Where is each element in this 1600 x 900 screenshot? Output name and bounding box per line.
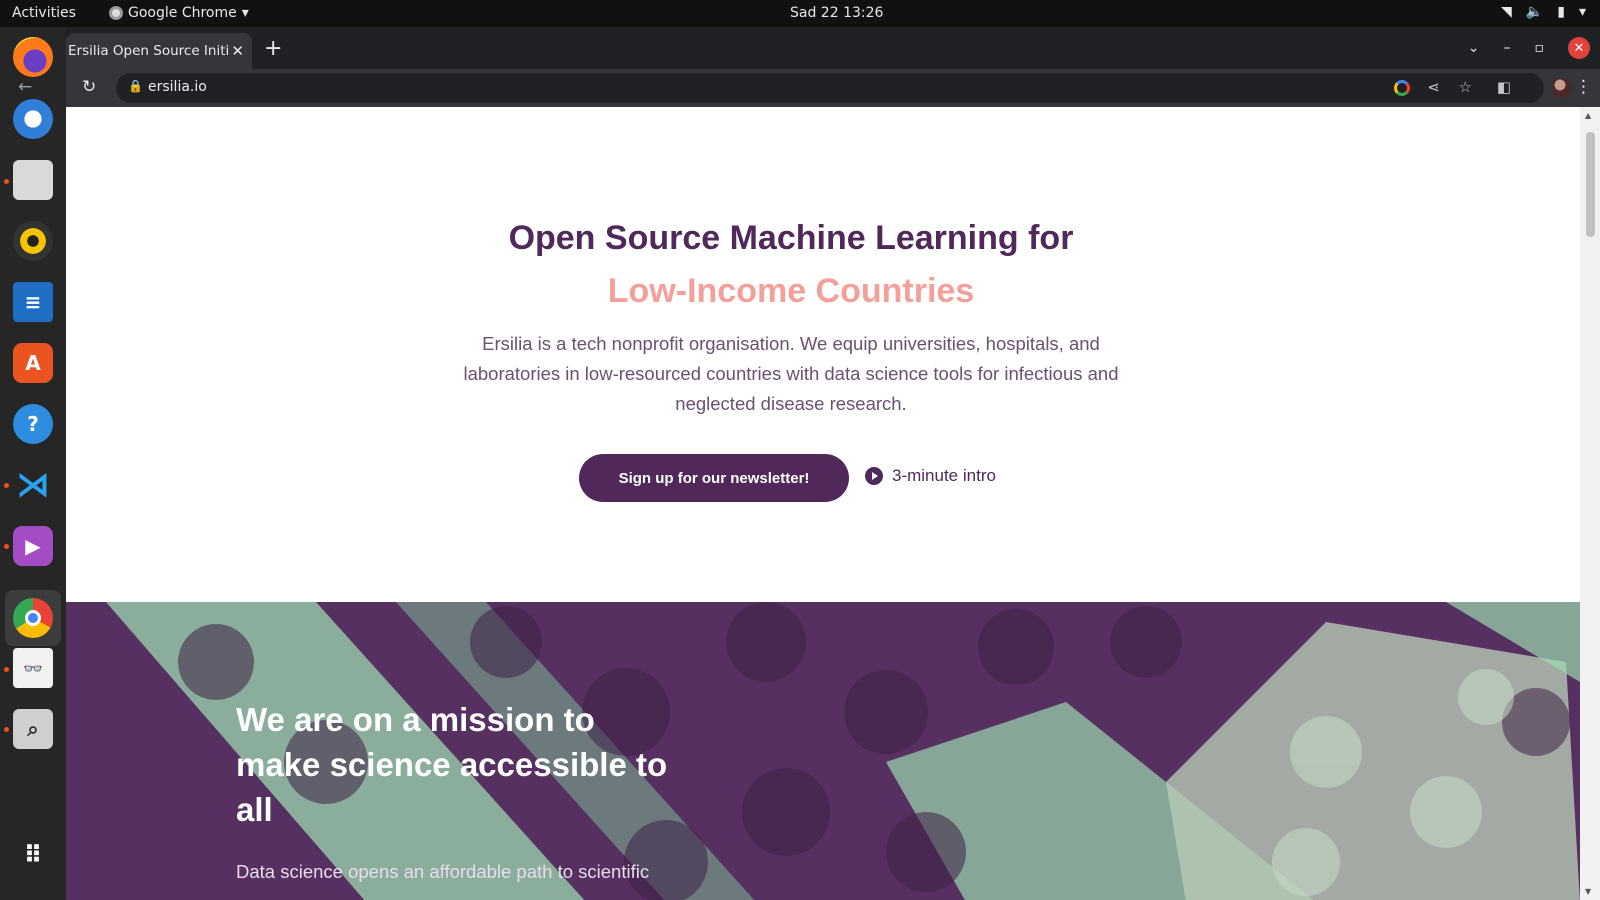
running-indicator <box>4 179 9 184</box>
hero-subtitle: Low-Income Countries <box>607 272 975 310</box>
close-tab-icon[interactable]: ✕ <box>231 42 244 60</box>
app-menu-label: Google Chrome <box>128 5 237 21</box>
system-top-bar: Activities Google Chrome ▾ Sad 22 13:26 … <box>0 0 1600 27</box>
tab-search-icon[interactable]: ⌄ <box>1468 40 1480 56</box>
window-controls: ⌄ – ▫ ✕ <box>1468 37 1590 59</box>
tab-strip: Ersilia Open Source Initiative ✕ + ⌄ – ▫… <box>66 27 1600 69</box>
reload-icon[interactable]: ↻ <box>82 77 96 97</box>
app-menu[interactable]: Google Chrome ▾ <box>109 5 249 21</box>
scroll-thumb[interactable] <box>1586 132 1595 237</box>
scroll-up-icon[interactable]: ▲ <box>1585 111 1591 120</box>
profile-avatar[interactable] <box>1552 78 1572 98</box>
running-indicator <box>4 727 9 732</box>
firefox-icon[interactable] <box>13 37 53 77</box>
battery-icon: ▮ <box>1557 4 1565 20</box>
vscode-icon[interactable]: ⋊ <box>13 465 53 505</box>
newsletter-signup-button[interactable]: Sign up for our newsletter! <box>579 454 849 502</box>
bookmark-star-icon[interactable]: ☆ <box>1459 78 1472 96</box>
app-grid-icon[interactable]: ⠿ <box>13 835 53 875</box>
google-lens-icon[interactable] <box>1394 80 1410 96</box>
url-text: ersilia.io <box>148 79 207 95</box>
chrome-small-icon <box>109 6 123 20</box>
new-tab-icon[interactable]: + <box>264 36 282 61</box>
clock[interactable]: Sad 22 13:26 <box>790 5 883 21</box>
activities-button[interactable]: Activities <box>12 5 76 21</box>
mission-title: We are on a mission to make science acce… <box>236 701 668 828</box>
rhythmbox-icon[interactable] <box>13 221 53 261</box>
help-icon[interactable]: ? <box>13 404 53 444</box>
maximize-icon[interactable]: ▫ <box>1535 40 1545 56</box>
media-player-icon[interactable]: ▶ <box>13 526 53 566</box>
running-indicator <box>4 544 9 549</box>
running-indicator <box>4 667 9 672</box>
intro-video-link[interactable]: 3-minute intro <box>865 466 996 486</box>
caret-down-icon: ▾ <box>241 5 249 21</box>
mission-section: We are on a mission to make science acce… <box>66 602 1580 900</box>
files-icon[interactable] <box>13 160 53 200</box>
dock: ≡ A ? ⋊ ▶ 👓 ⌕ ⠿ <box>0 27 66 900</box>
scroll-down-icon[interactable]: ▼ <box>1585 887 1591 896</box>
chrome-icon[interactable] <box>13 598 53 638</box>
minimize-icon[interactable]: – <box>1504 40 1511 56</box>
screenshot-icon[interactable]: ⌕ <box>13 709 53 749</box>
writer-icon[interactable]: ≡ <box>13 282 53 322</box>
intro-video-label: 3-minute intro <box>892 466 996 485</box>
software-icon[interactable]: A <box>13 343 53 383</box>
hero-description: Ersilia is a tech nonprofit organisation… <box>463 333 1119 414</box>
thunderbird-icon[interactable] <box>13 99 53 139</box>
address-bar[interactable]: 🔒 ersilia.io ⋖ ☆ ◧ <box>116 73 1544 103</box>
system-tray[interactable]: ◥ 🔈 ▮ ▾ <box>1501 4 1586 20</box>
close-window-icon[interactable]: ✕ <box>1568 37 1590 59</box>
running-indicator <box>4 483 9 488</box>
chrome-window: Ersilia Open Source Initiative ✕ + ⌄ – ▫… <box>18 27 1600 900</box>
lock-icon: 🔒 <box>128 79 143 93</box>
browser-toolbar: ← ↻ 🔒 ersilia.io ⋖ ☆ ◧ ⋮ <box>18 69 1600 107</box>
side-panel-icon[interactable]: ◧ <box>1497 78 1511 96</box>
web-page: Open Source Machine Learning for Low-Inc… <box>66 107 1580 900</box>
play-icon <box>865 467 883 485</box>
text-editor-icon[interactable]: 👓 <box>13 648 53 688</box>
volume-icon: 🔈 <box>1525 4 1544 20</box>
mission-text: Data science opens an affordable path to… <box>236 861 650 882</box>
share-icon[interactable]: ⋖ <box>1427 78 1440 96</box>
menu-kebab-icon[interactable]: ⋮ <box>1575 77 1592 97</box>
tab-title: Ersilia Open Source Initiative <box>68 43 228 59</box>
page-scrollbar[interactable]: ▲ ▼ <box>1580 107 1600 900</box>
hero-title: Open Source Machine Learning for <box>508 219 1074 257</box>
wifi-icon: ◥ <box>1501 4 1512 20</box>
back-icon[interactable]: ← <box>18 77 32 97</box>
tab-ersilia[interactable]: Ersilia Open Source Initiative ✕ <box>66 33 252 69</box>
caret-down-icon: ▾ <box>1578 4 1586 20</box>
